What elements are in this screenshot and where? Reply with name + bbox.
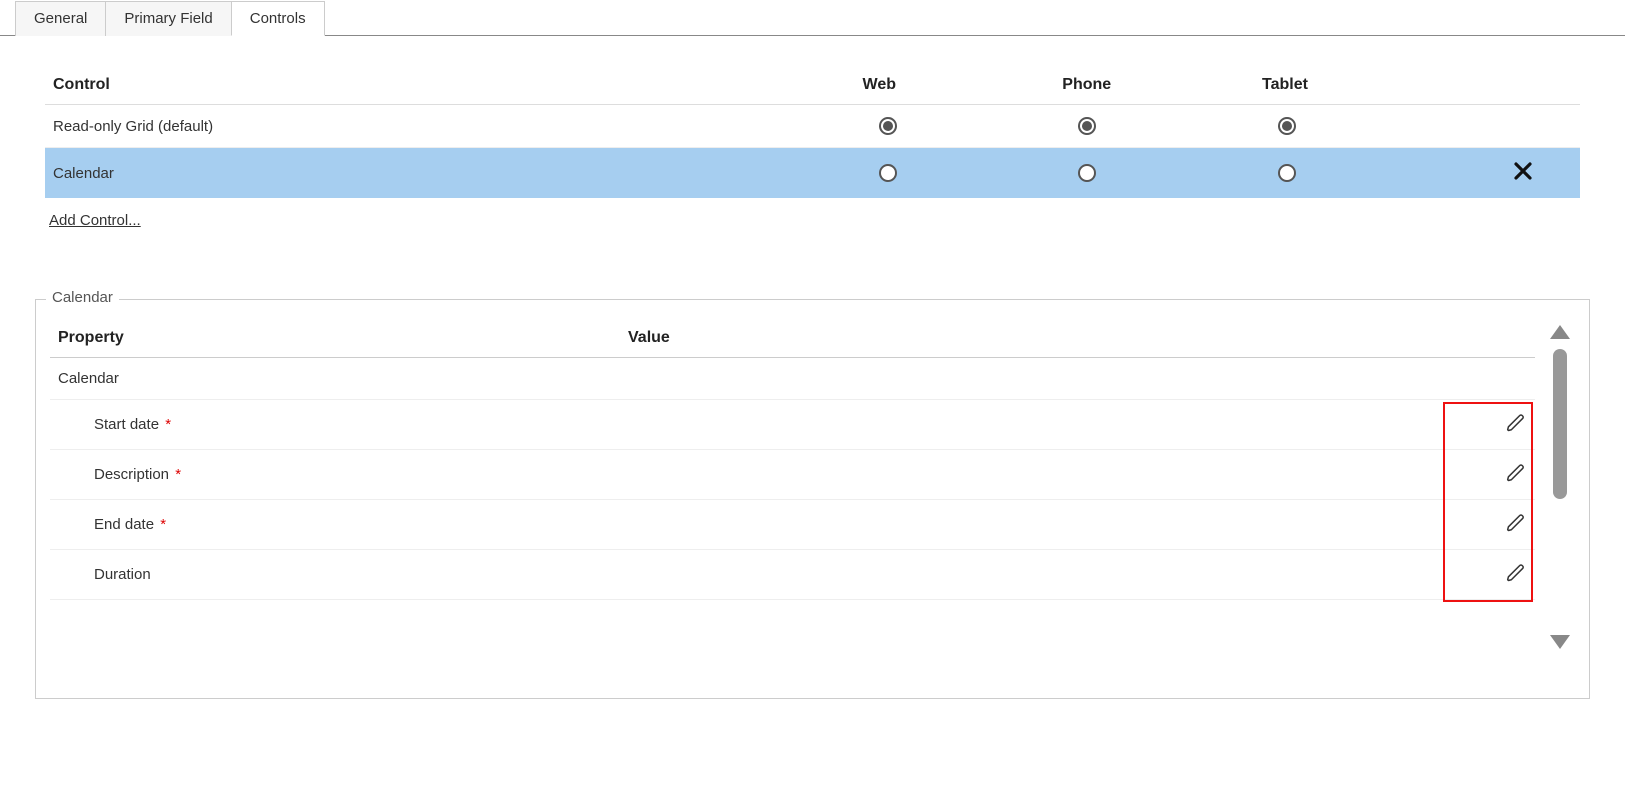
property-label: Description [94, 466, 169, 483]
fieldset-legend: Calendar [46, 289, 119, 306]
property-row: Duration [50, 550, 1535, 600]
scroll-thumb[interactable] [1553, 349, 1567, 499]
property-row: End date * [50, 500, 1535, 550]
radio-tablet[interactable] [1278, 164, 1296, 182]
col-header-actions [1454, 66, 1580, 105]
radio-web[interactable] [879, 117, 897, 135]
col-header-edit [1455, 317, 1535, 358]
col-header-control: Control [45, 66, 855, 105]
table-row[interactable]: Calendar [45, 148, 1580, 199]
pencil-icon [1506, 563, 1526, 583]
table-row[interactable]: Read-only Grid (default) [45, 105, 1580, 148]
property-row: Description * [50, 450, 1535, 500]
col-header-property: Property [50, 317, 620, 358]
scroll-track[interactable] [1553, 349, 1567, 625]
col-header-tablet: Tablet [1254, 66, 1454, 105]
control-name: Read-only Grid (default) [45, 105, 855, 148]
col-header-web: Web [855, 66, 1055, 105]
pencil-icon [1506, 413, 1526, 433]
edit-property-button[interactable] [1505, 512, 1527, 534]
remove-control-button[interactable] [1514, 160, 1532, 185]
property-label: Duration [94, 566, 151, 583]
property-label: End date [94, 516, 154, 533]
tab-controls[interactable]: Controls [231, 1, 325, 36]
radio-tablet[interactable] [1278, 117, 1296, 135]
edit-property-button[interactable] [1505, 562, 1527, 584]
required-indicator: * [175, 466, 181, 483]
tab-general[interactable]: General [15, 1, 106, 36]
scroll-up-button[interactable] [1550, 325, 1570, 339]
tab-primary-field[interactable]: Primary Field [105, 1, 231, 36]
required-indicator: * [165, 416, 171, 433]
radio-phone[interactable] [1078, 164, 1096, 182]
radio-phone[interactable] [1078, 117, 1096, 135]
property-label: Start date [94, 416, 159, 433]
scroll-down-button[interactable] [1550, 635, 1570, 649]
edit-property-button[interactable] [1505, 412, 1527, 434]
required-indicator: * [160, 516, 166, 533]
pencil-icon [1506, 513, 1526, 533]
radio-web[interactable] [879, 164, 897, 182]
property-row: Start date * [50, 400, 1535, 450]
tab-bar: General Primary Field Controls [0, 0, 1625, 36]
col-header-phone: Phone [1054, 66, 1254, 105]
pencil-icon [1506, 463, 1526, 483]
scrollbar [1545, 317, 1575, 657]
properties-fieldset: Calendar Property Value Calendar [35, 299, 1590, 699]
add-control-link[interactable]: Add Control... [45, 212, 141, 229]
col-header-value: Value [620, 317, 1455, 358]
controls-table: Control Web Phone Tablet Read-only Grid … [45, 66, 1580, 198]
control-name: Calendar [45, 148, 855, 199]
property-group-label: Calendar [50, 358, 1535, 400]
property-group-row: Calendar [50, 358, 1535, 400]
close-icon [1514, 162, 1532, 180]
tab-content: Control Web Phone Tablet Read-only Grid … [0, 36, 1625, 239]
edit-property-button[interactable] [1505, 462, 1527, 484]
properties-table: Property Value Calendar Start date * [50, 317, 1535, 600]
